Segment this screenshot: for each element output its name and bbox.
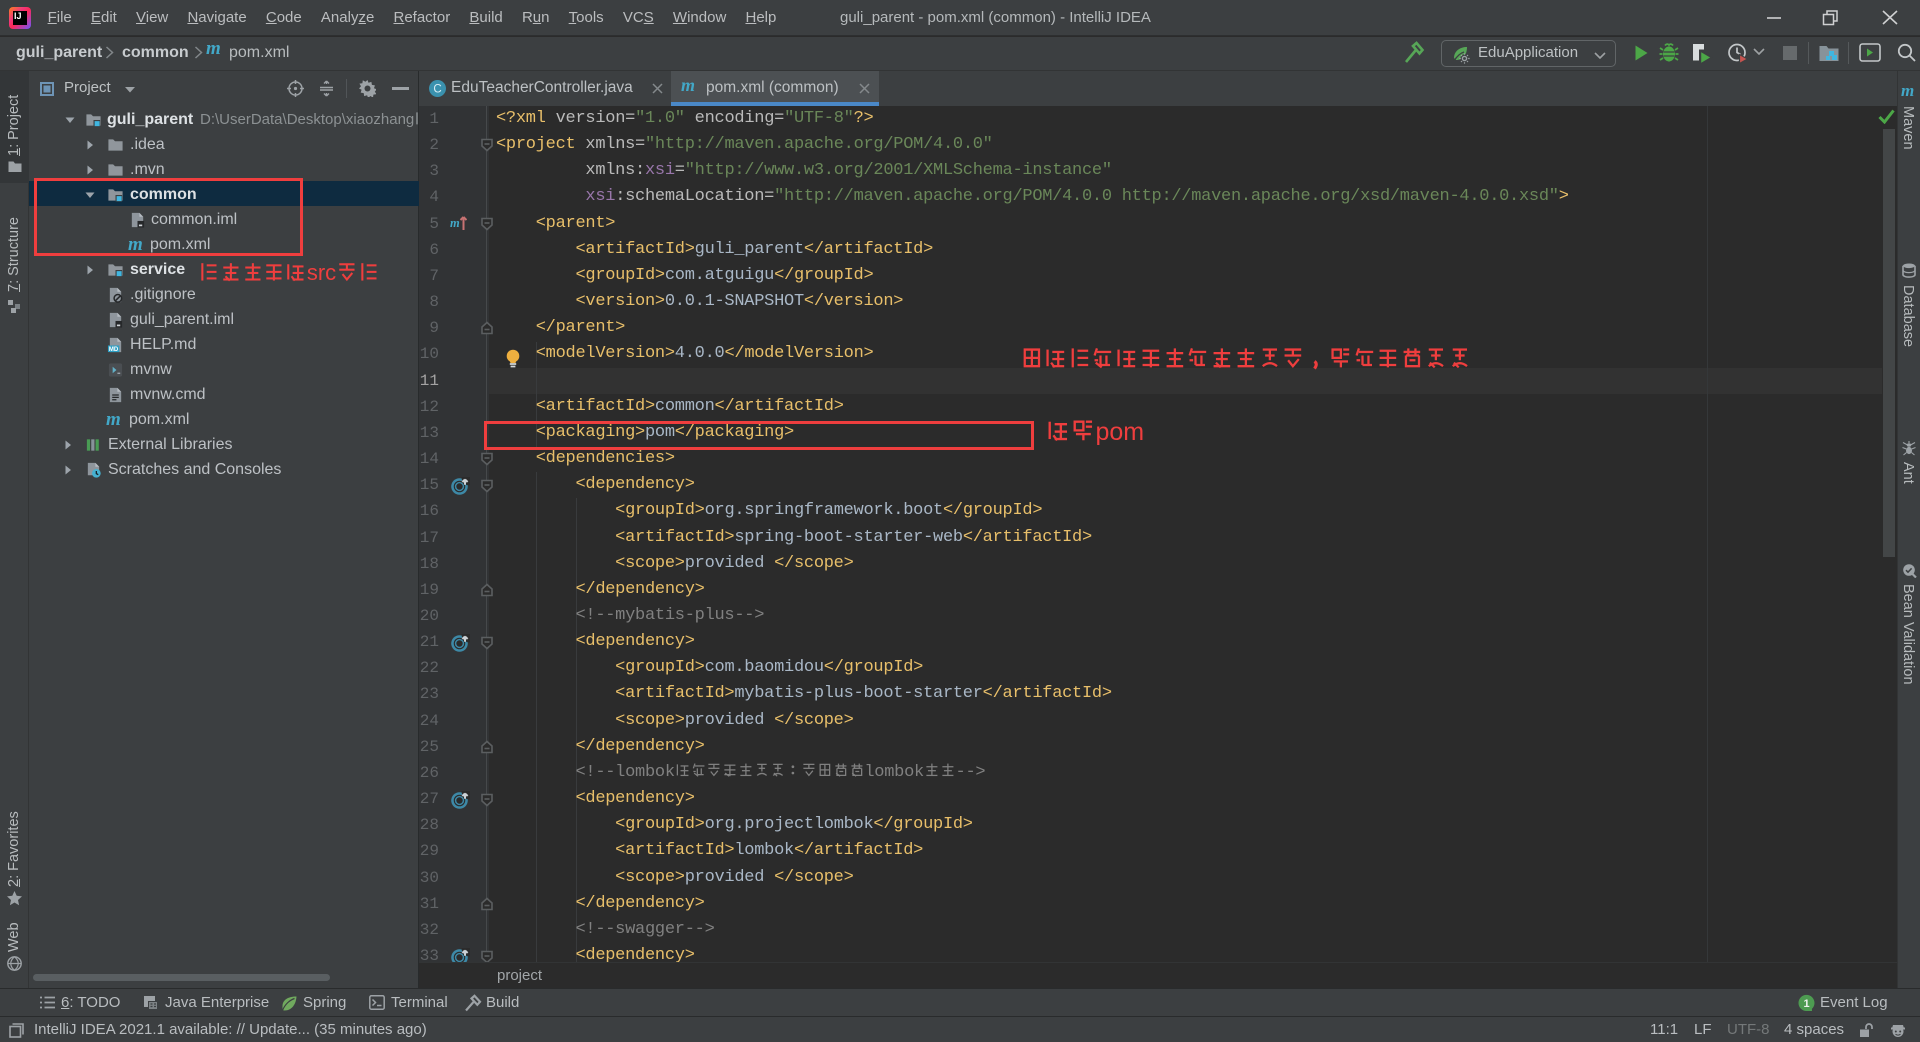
svg-text:m: m <box>450 216 460 230</box>
svg-text:1: 1 <box>1803 998 1809 1010</box>
svg-text:MD: MD <box>109 346 119 352</box>
svg-text:C: C <box>433 84 441 96</box>
